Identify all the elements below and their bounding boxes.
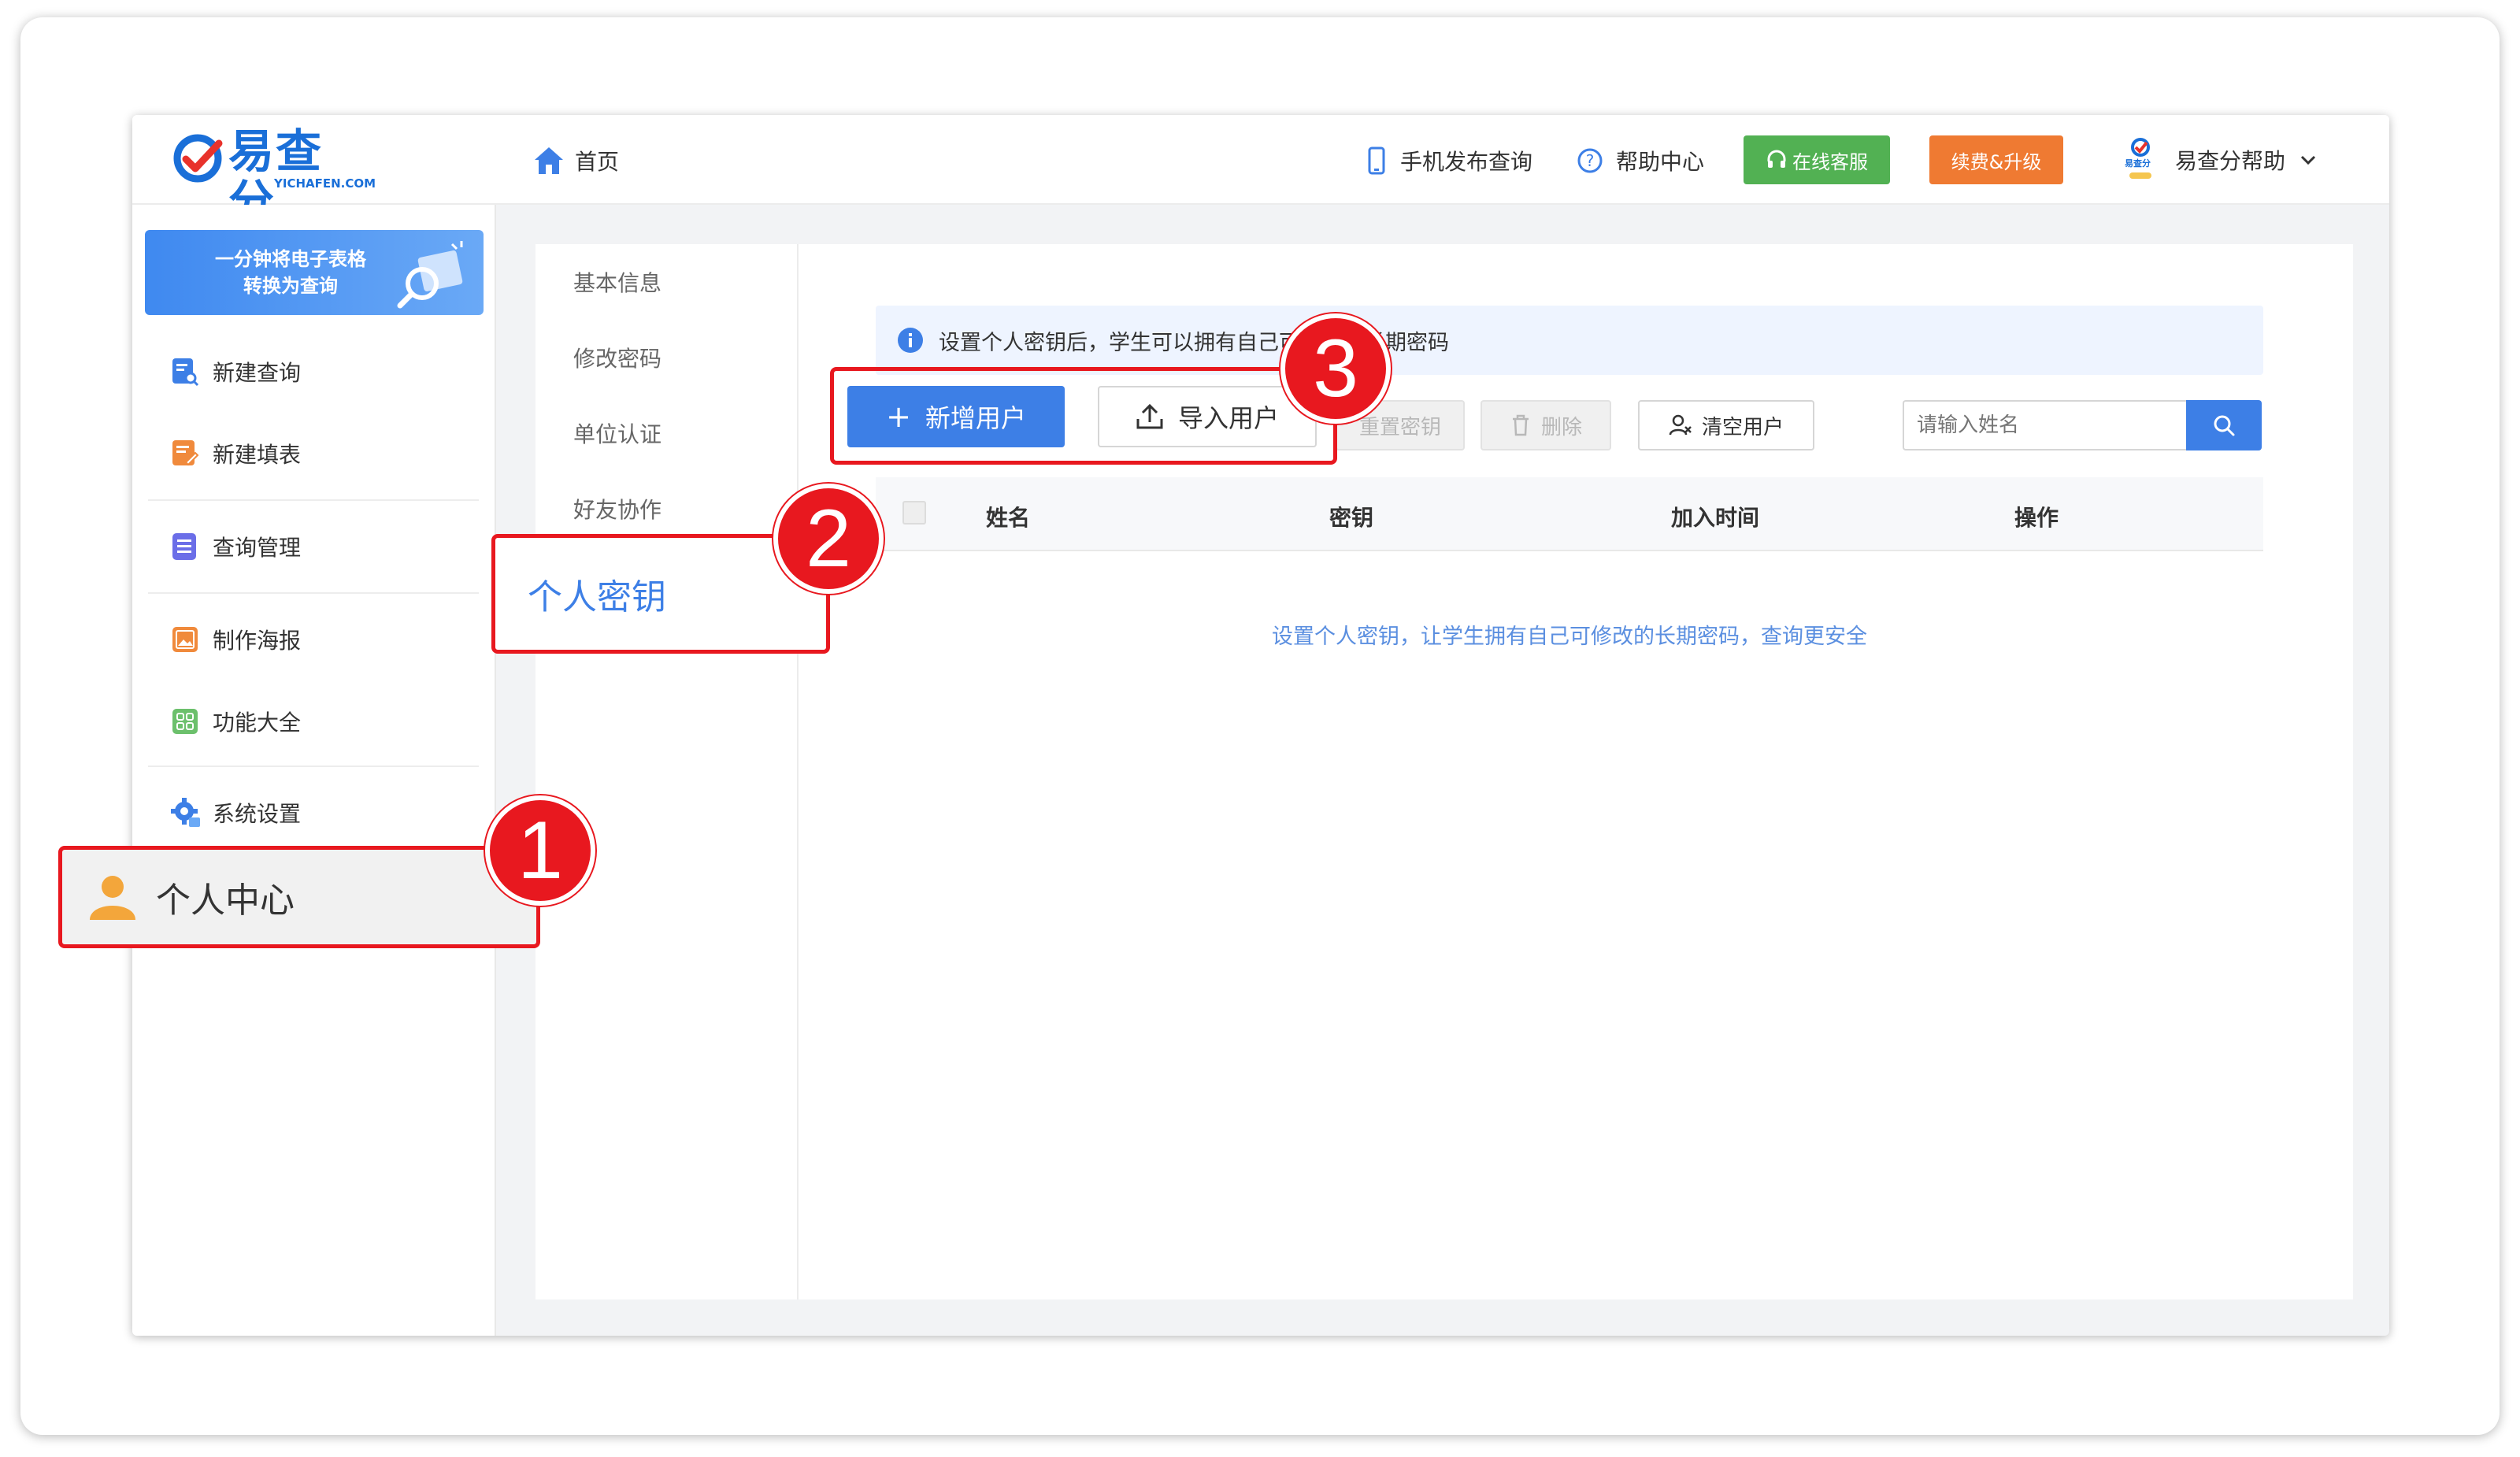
delete-label: 删除 [1540, 415, 1582, 439]
sidebar-item-label: 新建填表 [213, 442, 302, 468]
info-notice: 设置个人密钥后，学生可以拥有自己可修改的长期密码 [876, 306, 2263, 375]
avatar-text: 易查分 [2125, 158, 2151, 169]
subnav-friend-collab[interactable]: 好友协作 [573, 493, 662, 525]
help-center-link[interactable]: ? 帮助中心 [1577, 143, 1704, 178]
sidebar-item-query-management[interactable]: 查询管理 [170, 526, 301, 567]
step-badge-3: 3 [1280, 313, 1391, 424]
home-link[interactable]: 首页 [532, 143, 619, 178]
subnav-org-verification[interactable]: 单位认证 [573, 417, 662, 449]
chevron-down-icon [2300, 155, 2316, 165]
column-header-key: 密钥 [1329, 505, 1374, 531]
sidebar-divider [148, 499, 479, 501]
sidebar-item-all-features[interactable]: 功能大全 [170, 701, 301, 742]
sidebar-item-label: 个人中心 [156, 881, 295, 921]
avatar: 易查分 [2120, 136, 2161, 184]
phone-icon [1368, 146, 1385, 175]
grid-icon [172, 709, 198, 734]
user-menu[interactable]: 易查分 易查分帮助 [2120, 134, 2317, 186]
top-header: 易查分 YICHAFEN.COM 首页 手机发布查询 ? 帮助中心 在线客服 续… [132, 115, 2389, 227]
delete-button[interactable]: 删除 [1480, 400, 1611, 450]
user-name-label: 易查分帮助 [2175, 148, 2286, 174]
home-label: 首页 [575, 149, 620, 175]
sidebar-item-label: 查询管理 [213, 535, 302, 561]
list-icon [172, 533, 196, 560]
sidebar-divider [148, 766, 479, 767]
subnav-basic-info[interactable]: 基本信息 [573, 266, 662, 298]
logo-subtext: YICHAFEN.COM [274, 176, 376, 191]
upgrade-button[interactable]: 续费&升级 [1929, 135, 2063, 184]
online-service-button[interactable]: 在线客服 [1744, 135, 1890, 184]
reset-key-label: 重置密钥 [1358, 415, 1441, 439]
sidebar-item-personal-center[interactable]: 个人中心 [87, 869, 295, 925]
step-badge-2: 2 [773, 484, 884, 594]
sidebar-item-new-form[interactable]: 新建填表 [170, 433, 301, 474]
trash-icon [1512, 414, 1529, 436]
gear-icon [171, 798, 200, 827]
sidebar-item-system-settings[interactable]: 系统设置 [170, 792, 301, 833]
search-icon [2214, 415, 2235, 436]
table-header: 姓名 密钥 加入时间 操作 [876, 477, 2263, 551]
help-center-label: 帮助中心 [1616, 149, 1705, 175]
subnav-personal-key[interactable]: 个人密钥 [528, 569, 666, 619]
sidebar-item-new-query[interactable]: 新建查询 [170, 351, 301, 392]
user-clear-icon [1669, 414, 1692, 436]
empty-state-text: 设置个人密钥，让学生拥有自己可修改的长期密码，查询更安全 [1272, 625, 1867, 649]
column-header-name: 姓名 [986, 505, 1031, 531]
user-icon [90, 876, 135, 920]
info-icon [898, 328, 923, 353]
clear-users-label: 清空用户 [1701, 415, 1784, 439]
callout-box-3 [830, 367, 1337, 465]
mobile-publish-link[interactable]: 手机发布查询 [1366, 143, 1532, 178]
home-icon [535, 147, 563, 174]
help-icon: ? [1577, 148, 1603, 173]
sidebar-divider [148, 592, 479, 594]
banner-illustration-icon [397, 241, 463, 309]
clear-users-button[interactable]: 清空用户 [1638, 400, 1814, 450]
sidebar: 一分钟将电子表格 转换为查询 新建查询 新建填表 查询管理 制作海报 功能大全 … [132, 205, 496, 1336]
mobile-publish-label: 手机发布查询 [1400, 149, 1533, 175]
search-name-input[interactable] [1903, 400, 2188, 450]
select-all-checkbox[interactable] [902, 501, 926, 525]
subnav-change-password[interactable]: 修改密码 [573, 342, 662, 373]
column-header-join-time: 加入时间 [1671, 505, 1760, 531]
image-icon [172, 627, 198, 652]
headset-icon [1767, 150, 1786, 168]
search-doc-icon [172, 358, 199, 387]
online-service-label: 在线客服 [1792, 150, 1868, 173]
sidebar-item-label: 系统设置 [213, 801, 302, 827]
logo[interactable]: 易查分 YICHAFEN.COM [172, 126, 376, 227]
sidebar-item-label: 功能大全 [213, 710, 302, 736]
search-button[interactable] [2186, 400, 2262, 450]
column-header-actions: 操作 [2014, 505, 2059, 531]
step-badge-1: 1 [485, 795, 595, 906]
subnav-divider [797, 244, 799, 1299]
logo-mark-icon [173, 134, 223, 183]
avatar-underline [2129, 172, 2151, 179]
promo-banner[interactable]: 一分钟将电子表格 转换为查询 [145, 230, 484, 315]
sidebar-item-make-poster[interactable]: 制作海报 [170, 619, 301, 660]
sidebar-item-label: 制作海报 [213, 628, 302, 654]
edit-form-icon [172, 440, 199, 466]
svg-text:?: ? [1586, 151, 1595, 170]
sidebar-item-label: 新建查询 [213, 360, 302, 386]
upgrade-label: 续费&升级 [1951, 150, 2042, 173]
app-window: 易查分 YICHAFEN.COM 首页 手机发布查询 ? 帮助中心 在线客服 续… [132, 115, 2389, 1336]
